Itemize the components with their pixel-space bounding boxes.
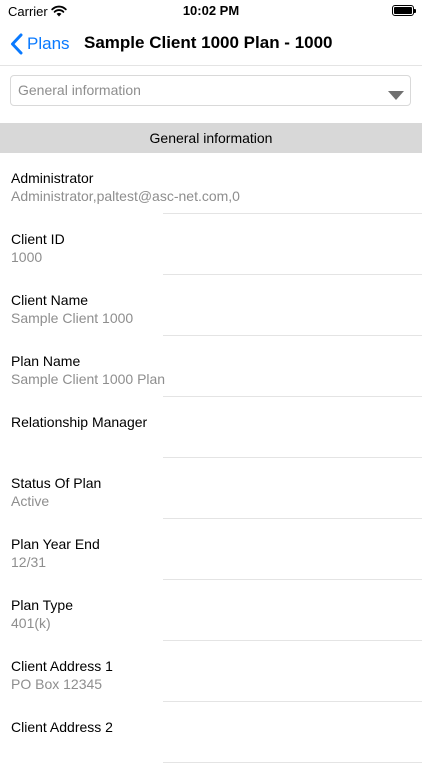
field-row-relationship-manager: Relationship Manager: [0, 397, 422, 458]
field-label: Relationship Manager: [11, 414, 148, 430]
field-label: Plan Type: [11, 597, 74, 613]
field-row-administrator: Administrator Administrator,paltest@asc-…: [0, 153, 422, 214]
field-value: Sample Client 1000: [11, 310, 134, 326]
field-list: Administrator Administrator,paltest@asc-…: [0, 153, 422, 763]
field-value: PO Box 12345: [11, 676, 103, 692]
field-row-client-address-1: Client Address 1 PO Box 12345: [0, 641, 422, 702]
field-label: Client Name: [11, 292, 89, 308]
battery-icon: [392, 5, 416, 16]
field-label: Client Address 1: [11, 658, 113, 674]
picker-selected-value: General information: [18, 82, 141, 98]
field-value: 12/31: [11, 554, 47, 570]
field-value: Administrator,paltest@asc-net.com,0: [11, 188, 240, 204]
field-value: Active: [11, 493, 50, 509]
field-row-plan-type: Plan Type 401(k): [0, 580, 422, 641]
field-value: 1000: [11, 249, 43, 265]
field-label: Plan Year End: [11, 536, 100, 552]
field-label: Status Of Plan: [11, 475, 102, 491]
field-value: 401(k): [11, 615, 51, 631]
section-header: General information: [0, 123, 422, 153]
section-picker[interactable]: General information: [10, 75, 411, 106]
field-row-status-of-plan: Status Of Plan Active: [0, 458, 422, 519]
status-time: 10:02 PM: [182, 3, 240, 18]
chevron-left-icon: [10, 33, 23, 55]
status-bar: Carrier 10:02 PM: [0, 0, 422, 22]
back-button[interactable]: Plans: [10, 31, 70, 57]
page-title: Sample Client 1000 Plan - 1000: [84, 33, 333, 52]
field-label: Client Address 2: [11, 719, 113, 735]
navigation-bar: Plans Sample Client 1000 Plan - 1000: [0, 22, 422, 66]
field-row-client-address-2: Client Address 2: [0, 702, 422, 763]
field-row-plan-year-end: Plan Year End 12/31: [0, 519, 422, 580]
field-value: Sample Client 1000 Plan: [11, 371, 166, 387]
field-label: Client ID: [11, 231, 65, 247]
field-label: Administrator: [11, 170, 94, 186]
field-row-client-id: Client ID 1000: [0, 214, 422, 275]
field-label: Plan Name: [11, 353, 81, 369]
triangle-down-icon: [388, 87, 404, 105]
back-label: Plans: [27, 34, 70, 53]
field-row-plan-name: Plan Name Sample Client 1000 Plan: [0, 336, 422, 397]
field-row-client-name: Client Name Sample Client 1000: [0, 275, 422, 336]
